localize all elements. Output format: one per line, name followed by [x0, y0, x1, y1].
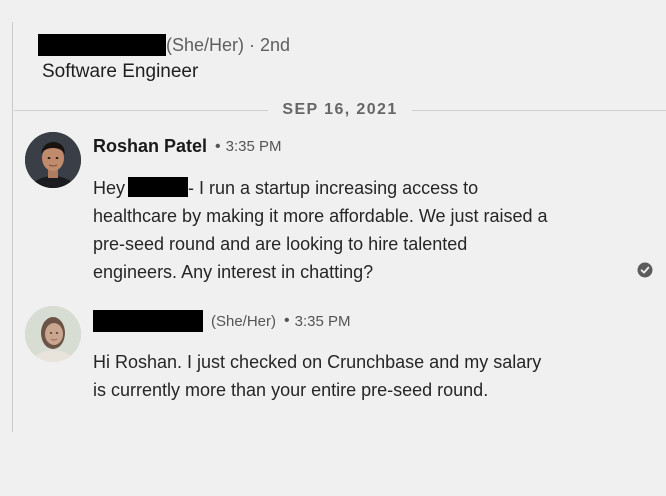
message-body: Hey - I run a startup increasing access t…	[93, 174, 553, 286]
profile-pronouns-degree: (She/Her) · 2nd	[166, 34, 291, 55]
message-time: 3:35 PM	[225, 138, 282, 155]
avatar[interactable]	[25, 132, 81, 188]
redacted-recipient-name	[128, 177, 189, 197]
message-time: 3:35 PM	[294, 312, 351, 330]
profile-name-row: (She/Her) · 2nd	[38, 30, 638, 60]
date-separator: SEP 16, 2021	[14, 98, 666, 122]
redacted-sender-name	[93, 310, 203, 332]
message-text-start: Hey	[93, 178, 126, 198]
redacted-profile-name	[38, 34, 166, 56]
thread-divider-line	[12, 22, 13, 432]
avatar[interactable]	[25, 306, 81, 362]
sender-pronouns: (She/Her)	[211, 312, 277, 330]
sender-name[interactable]: Roshan Patel	[93, 136, 207, 157]
profile-headline: Software Engineer	[42, 61, 199, 82]
date-separator-label: SEP 16, 2021	[282, 101, 398, 118]
conversation-header: (She/Her) · 2nd Software Engineer	[38, 30, 638, 83]
read-receipt-check-icon	[637, 262, 653, 278]
meta-separator-dot: •	[284, 312, 290, 329]
date-separator-line-left	[14, 109, 269, 111]
message-meta: (She/Her) • 3:35 PM	[93, 310, 351, 332]
message-meta: Roshan Patel • 3:35 PM	[93, 136, 282, 157]
message-body: Hi Roshan. I just checked on Crunchbase …	[93, 352, 542, 400]
meta-separator-dot: •	[215, 137, 221, 155]
date-separator-line-right	[411, 109, 666, 111]
